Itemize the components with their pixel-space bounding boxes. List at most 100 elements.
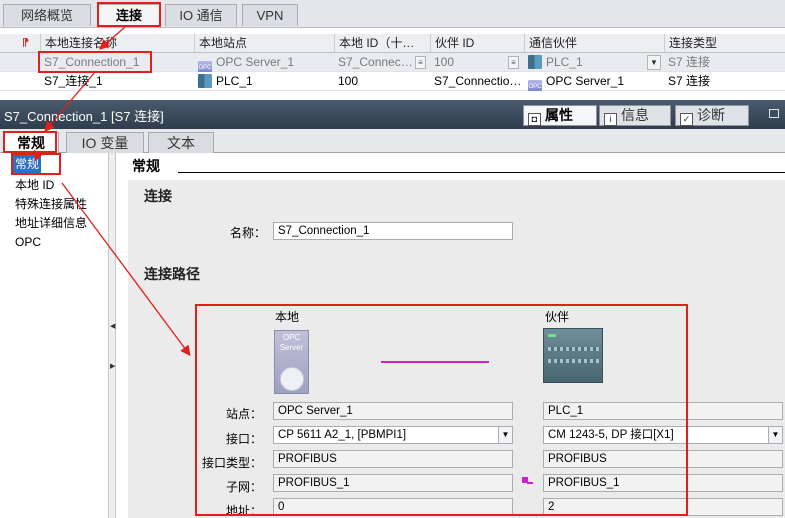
partner-subnet-field: PROFIBUS_1 bbox=[543, 474, 783, 492]
connection-line bbox=[381, 361, 489, 363]
tab-label: 连接 bbox=[115, 8, 142, 23]
col-communication-partner[interactable]: 通信伙伴 bbox=[524, 34, 664, 53]
cell-connection-name[interactable]: S7_连接_1 bbox=[40, 72, 194, 91]
local-column-title: 本地 bbox=[275, 310, 300, 324]
cell-local-station[interactable]: PLC_1 bbox=[194, 72, 334, 91]
connection-name-field[interactable]: S7_Connection_1 bbox=[273, 222, 513, 240]
expand-right-icon[interactable]: ▶ bbox=[110, 363, 115, 371]
nav-item-special-properties[interactable]: 特殊连接属性 bbox=[15, 195, 87, 213]
collapse-left-icon[interactable]: ◀ bbox=[110, 323, 115, 331]
properties-icon: ◘ bbox=[528, 113, 541, 126]
partner-interface-select[interactable]: CM 1243-5, DP 接口[X1] ▼ bbox=[543, 426, 783, 444]
tab-diagnostics[interactable]: ✓ 诊断 bbox=[675, 105, 749, 126]
local-station-field: OPC Server_1 bbox=[273, 402, 513, 420]
nav-item-opc[interactable]: OPC bbox=[15, 233, 41, 251]
table-header: ⁋ 本地连接名称 本地站点 本地 ID（十… 伙伴 ID 通信伙伴 连接类型 bbox=[0, 34, 785, 53]
select-value: CP 5611 A2_1, [PBMPI1] bbox=[278, 429, 407, 441]
opc-server-device-label: OPC Server bbox=[279, 333, 304, 352]
tab-label: 网络概览 bbox=[20, 8, 73, 23]
property-nav: 常规 本地 ID 特殊连接属性 地址详细信息 OPC bbox=[0, 153, 108, 518]
station-label: 站点： bbox=[225, 407, 262, 421]
local-subnet-field: PROFIBUS_1 bbox=[273, 474, 513, 492]
tab-info[interactable]: i 信息 bbox=[599, 105, 671, 126]
tab-label: VPN bbox=[256, 8, 284, 23]
properties-panel: 连接 名称： S7_Connection_1 连接路径 本地 伙伴 OPC Se… bbox=[128, 180, 785, 518]
tab-io-tags[interactable]: IO 变量 bbox=[66, 132, 144, 153]
section-connection: 连接 bbox=[144, 188, 172, 204]
nav-item-local-id[interactable]: 本地 ID bbox=[15, 176, 54, 194]
table-row[interactable]: S7_连接_1 PLC_1 100 S7_Connectio… OPC OPC S… bbox=[0, 72, 785, 91]
top-tab-strip: 网络概览 连接 IO 通信 VPN bbox=[0, 0, 785, 28]
select-value: CM 1243-5, DP 接口[X1] bbox=[548, 429, 674, 441]
col-partner-id[interactable]: 伙伴 ID bbox=[430, 34, 524, 53]
chevron-down-icon[interactable]: ▼ bbox=[498, 427, 512, 443]
col-local-station[interactable]: 本地站点 bbox=[194, 34, 334, 53]
name-label: 名称： bbox=[229, 226, 266, 240]
connection-icon: ⁋ bbox=[22, 37, 29, 49]
chevron-down-icon[interactable]: ▼ bbox=[768, 427, 782, 443]
col-local-id[interactable]: 本地 ID（十… bbox=[334, 34, 430, 53]
spinner-icon[interactable]: ≡ bbox=[415, 56, 426, 69]
plc-device-icon bbox=[543, 328, 603, 383]
tab-connections[interactable]: 连接 bbox=[98, 4, 160, 26]
chevron-down-icon[interactable]: ▼ bbox=[647, 55, 661, 70]
restore-window-icon[interactable] bbox=[769, 109, 779, 118]
inspector-header: S7_Connection_1 [S7 连接] ◘ 属性 i 信息 ✓ 诊断 bbox=[0, 100, 785, 129]
cell-text: PLC_1 bbox=[546, 55, 583, 69]
section-connection-path: 连接路径 bbox=[144, 266, 200, 282]
inspector-subtabs: 常规 IO 变量 文本 bbox=[0, 129, 785, 153]
address-label: 地址： bbox=[225, 504, 262, 518]
plc-icon bbox=[198, 74, 212, 88]
plc-icon bbox=[528, 55, 542, 69]
tab-properties[interactable]: ◘ 属性 bbox=[523, 105, 597, 126]
col-local-connection-name[interactable]: 本地连接名称 bbox=[40, 34, 194, 53]
tab-label: 信息 bbox=[621, 107, 649, 123]
tab-io-communication[interactable]: IO 通信 bbox=[165, 4, 237, 26]
cell-text: PLC_1 bbox=[216, 74, 253, 88]
cell-connection-name[interactable]: S7_Connection_1 bbox=[40, 53, 194, 72]
diagnostics-icon: ✓ bbox=[680, 113, 693, 126]
table-row[interactable]: S7_Connection_1 OPC OPC Server_1 S7_Conne… bbox=[0, 53, 785, 72]
interface-type-label: 接口类型： bbox=[202, 456, 263, 470]
cell-text: OPC Server_1 bbox=[216, 55, 295, 69]
cell-partner-id[interactable]: S7_Connectio… bbox=[430, 72, 524, 91]
partner-column-title: 伙伴 bbox=[545, 310, 570, 324]
opc-disc bbox=[280, 367, 304, 391]
partner-station-field: PLC_1 bbox=[543, 402, 783, 420]
col-connection-type[interactable]: 连接类型 bbox=[664, 34, 785, 53]
cell-text: OPC Server_1 bbox=[546, 74, 625, 88]
cell-partner[interactable]: OPC OPC Server_1 bbox=[524, 72, 664, 91]
tab-vpn[interactable]: VPN bbox=[242, 4, 298, 26]
cell-connection-type[interactable]: S7 连接 bbox=[664, 72, 785, 91]
local-interface-select[interactable]: CP 5611 A2_1, [PBMPI1] ▼ bbox=[273, 426, 513, 444]
tab-label: 文本 bbox=[167, 135, 195, 151]
tab-label: IO 变量 bbox=[81, 135, 129, 151]
tab-label: IO 通信 bbox=[179, 8, 223, 23]
info-icon: i bbox=[604, 113, 617, 126]
tab-texts[interactable]: 文本 bbox=[148, 132, 214, 153]
tab-label: 诊断 bbox=[697, 107, 725, 123]
divider bbox=[178, 172, 785, 173]
cell-connection-type[interactable]: S7 连接 bbox=[664, 53, 785, 72]
inspector-title: S7_Connection_1 [S7 连接] bbox=[4, 109, 164, 124]
local-interface-type-field: PROFIBUS bbox=[273, 450, 513, 468]
opc-server-icon: OPC bbox=[528, 80, 542, 91]
subnet-label: 子网： bbox=[225, 480, 262, 494]
nav-splitter[interactable]: ◀ ▶ bbox=[108, 153, 116, 518]
nav-item-general[interactable]: 常规 bbox=[13, 155, 42, 173]
tab-network-overview[interactable]: 网络概览 bbox=[3, 4, 91, 26]
cell-partner[interactable]: PLC_1 bbox=[524, 53, 664, 72]
page-title: 常规 bbox=[132, 158, 160, 174]
general-properties: 常规 连接 名称： S7_Connection_1 连接路径 本地 伙伴 OPC… bbox=[118, 153, 785, 518]
plc-terminal-strip bbox=[548, 347, 600, 351]
local-address-field: 0 bbox=[273, 498, 513, 516]
tab-label: 属性 bbox=[545, 107, 573, 123]
cell-local-station[interactable]: OPC OPC Server_1 bbox=[194, 53, 334, 72]
opc-server-icon: OPC bbox=[198, 61, 212, 72]
connection-table: ⁋ 本地连接名称 本地站点 本地 ID（十… 伙伴 ID 通信伙伴 连接类型 S… bbox=[0, 34, 785, 94]
cell-local-id[interactable]: 100 bbox=[334, 72, 430, 91]
spinner-icon[interactable]: ≡ bbox=[508, 56, 519, 69]
tab-general[interactable]: 常规 bbox=[3, 132, 59, 153]
plc-terminal-strip bbox=[548, 359, 600, 363]
nav-item-address-details[interactable]: 地址详细信息 bbox=[15, 214, 87, 232]
